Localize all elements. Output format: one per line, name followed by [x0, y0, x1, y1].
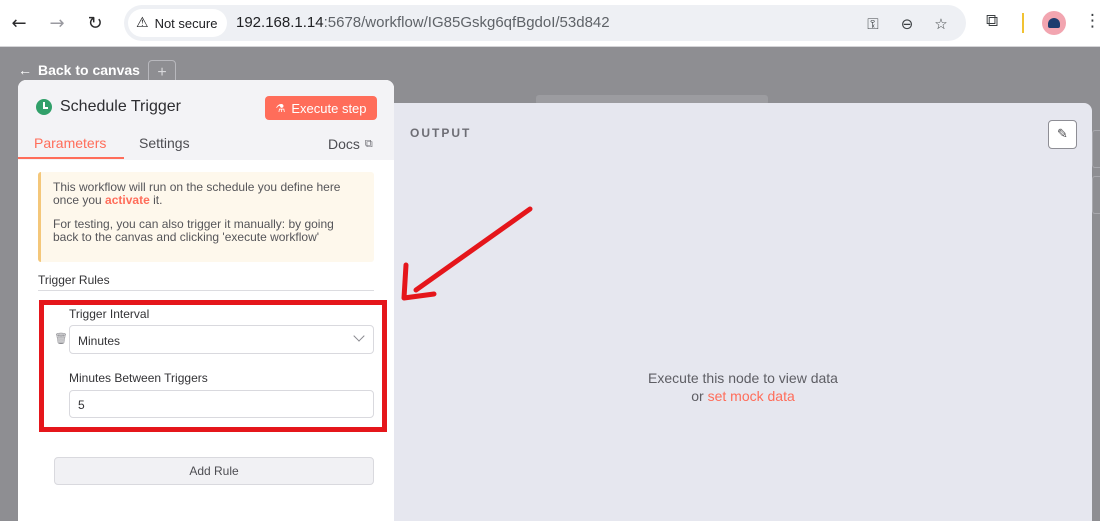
address-bar[interactable]: ⚠ Not secure 192.168.1.14:5678/workflow/…	[124, 5, 966, 41]
activate-link[interactable]: activate	[105, 193, 150, 207]
key-icon[interactable]: ⚿	[862, 13, 884, 35]
execute-step-button[interactable]: ⚗ Execute step	[265, 96, 377, 120]
browser-toolbar: ← → ↻ ⚠ Not secure 192.168.1.14:5678/wor…	[0, 0, 1100, 47]
back-to-canvas-label: Back to canvas	[38, 62, 140, 78]
edit-pencil-icon[interactable]: ✎	[1048, 120, 1077, 149]
forward-arrow-icon[interactable]: →	[44, 10, 70, 36]
extensions-icon[interactable]: ⧉	[986, 11, 998, 31]
tab-parameters[interactable]: Parameters	[34, 135, 106, 151]
annotation-arrow-icon	[401, 206, 533, 301]
output-empty-message: Execute this node to view data or set mo…	[394, 369, 1092, 405]
url-text[interactable]: 192.168.1.14:5678/workflow/IG85Gskg6qfBg…	[236, 14, 610, 31]
output-panel: OUTPUT ✎ Execute this node to view data …	[394, 103, 1092, 521]
set-mock-data-link[interactable]: set mock data	[708, 388, 795, 404]
docs-link[interactable]: Docs ⧉	[328, 136, 373, 152]
url-host: 192.168.1.14	[236, 14, 324, 31]
menu-kebab-icon[interactable]: ⋮	[1084, 11, 1100, 31]
back-to-canvas-link[interactable]: ← Back to canvas	[18, 62, 140, 78]
security-indicator[interactable]: ⚠ Not secure	[128, 9, 228, 37]
toolbar-divider	[1022, 13, 1024, 33]
clock-icon	[36, 99, 52, 115]
star-icon[interactable]: ☆	[930, 13, 952, 35]
empty-or: or	[691, 388, 708, 404]
external-link-icon: ⧉	[364, 137, 373, 150]
add-rule-button[interactable]: Add Rule	[54, 457, 374, 485]
notice-text-after: it.	[149, 193, 163, 207]
avatar-glyph	[1048, 18, 1060, 28]
node-title[interactable]: Schedule Trigger	[60, 98, 181, 116]
flask-icon: ⚗	[275, 101, 286, 115]
zoom-icon[interactable]: ⊖	[896, 13, 918, 35]
notice-text-2: For testing, you can also trigger it man…	[53, 217, 334, 244]
execute-step-label: Execute step	[291, 100, 367, 116]
rules-divider	[38, 290, 374, 291]
tab-settings[interactable]: Settings	[139, 135, 190, 151]
warning-icon: ⚠	[136, 15, 149, 31]
url-path: :5678/workflow/IG85Gskg6qfBgdoI/53d842	[323, 14, 610, 31]
annotation-highlight-box	[39, 300, 387, 432]
canvas-edge-controls	[1092, 130, 1100, 250]
output-heading: OUTPUT	[410, 126, 472, 140]
notice-text-1: This workflow will run on the schedule y…	[53, 181, 362, 207]
empty-line-2: or set mock data	[394, 387, 1092, 405]
trigger-rules-heading: Trigger Rules	[38, 273, 110, 287]
panel-header: Schedule Trigger ⚗ Execute step Paramete…	[18, 80, 394, 160]
security-label: Not secure	[154, 15, 218, 31]
profile-avatar[interactable]	[1042, 11, 1066, 35]
back-arrow-icon[interactable]: ←	[6, 10, 32, 36]
notice-text-before: This workflow will run on the schedule y…	[53, 180, 341, 207]
schedule-notice: This workflow will run on the schedule y…	[38, 172, 374, 262]
docs-label: Docs	[328, 136, 360, 152]
empty-line-1: Execute this node to view data	[648, 370, 838, 386]
arrow-left-icon: ←	[18, 62, 32, 78]
reload-icon[interactable]: ↻	[82, 10, 108, 36]
active-tab-indicator	[18, 157, 124, 159]
